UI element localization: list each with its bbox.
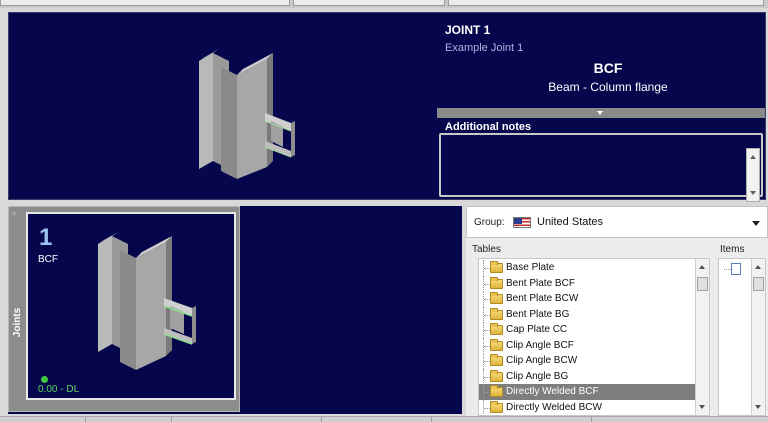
table-row[interactable]: Clip Angle BCF: [479, 337, 697, 354]
group-selector[interactable]: Group: United States: [466, 206, 768, 238]
tables-scrollbar[interactable]: [695, 259, 709, 415]
table-row-label: Directly Welded BCF: [506, 386, 599, 397]
scroll-thumb[interactable]: [697, 277, 708, 291]
scroll-up-icon[interactable]: [699, 265, 705, 269]
joint-subtitle: Example Joint 1: [445, 42, 524, 54]
table-row-label: Clip Angle BCF: [506, 339, 574, 351]
table-row-label: Clip Angle BCW: [506, 355, 578, 366]
scroll-thumb[interactable]: [753, 277, 764, 291]
chevron-down-icon: [597, 111, 603, 115]
folder-icon: [490, 307, 503, 320]
group-label: Group:: [474, 217, 505, 228]
folder-icon: [490, 385, 503, 397]
folder-icon: [490, 369, 503, 382]
folder-icon: [490, 338, 503, 351]
joint-code: BCF: [593, 60, 623, 76]
joint-description: Beam - Column flange: [548, 80, 668, 94]
table-row-label: Clip Angle BG: [506, 370, 569, 382]
scroll-up-icon[interactable]: [755, 265, 761, 269]
toolbar-segment[interactable]: [293, 0, 445, 6]
joint-title: JOINT 1: [445, 23, 491, 37]
table-row-label: Bent Plate BCW: [506, 293, 579, 304]
table-row[interactable]: Bent Plate BCW: [479, 291, 697, 307]
document-icon[interactable]: [724, 263, 741, 275]
notes-textarea[interactable]: [439, 133, 763, 197]
status-segment: [322, 417, 432, 422]
table-row-label: Base Plate: [506, 262, 555, 273]
table-row-label: Cap Plate CC: [506, 324, 568, 335]
scroll-down-icon[interactable]: [755, 405, 761, 409]
scroll-down-icon[interactable]: [699, 405, 705, 409]
notes-label: Additional notes: [445, 121, 532, 133]
table-row-label: Directly Welded BCW: [506, 401, 602, 413]
chevron-down-icon[interactable]: [752, 221, 760, 226]
folder-icon: [490, 323, 503, 335]
thumbnail-number: 1: [39, 224, 53, 251]
folder-icon: [490, 292, 503, 304]
collapse-icon[interactable]: ≈: [12, 209, 16, 218]
tables-label: Tables: [472, 244, 501, 255]
status-bar: [0, 416, 768, 422]
toolbar-segment[interactable]: [448, 0, 764, 6]
table-row[interactable]: Directly Welded BCW: [479, 399, 697, 415]
table-row[interactable]: Directly Welded BCF: [479, 384, 697, 400]
joints-tab-label[interactable]: Joints: [12, 308, 23, 337]
joint-thumbnail[interactable]: 1 BCF 0.00 - DL: [26, 212, 236, 400]
folder-icon: [490, 261, 503, 273]
toolbar-segment[interactable]: [0, 0, 290, 6]
items-tree[interactable]: [718, 258, 766, 416]
folder-icon: [490, 400, 503, 413]
folder-icon: [490, 354, 503, 366]
joints-area: ≈ Joints 1 BCF 0.00 - DL: [8, 206, 462, 414]
table-row[interactable]: Clip Angle BCW: [479, 353, 697, 369]
folder-icon: [490, 276, 503, 289]
notes-scrollbar[interactable]: [746, 148, 760, 202]
thumbnail-status: 0.00 - DL: [38, 384, 80, 395]
thumbnail-3d-model: [98, 232, 196, 370]
thumbnail-code: BCF: [38, 254, 58, 265]
top-toolbar-strip: [0, 0, 768, 8]
table-row[interactable]: Cap Plate CC: [479, 322, 697, 338]
items-label: Items: [720, 244, 745, 255]
status-segment: [86, 417, 172, 422]
table-row-label: Bent Plate BG: [506, 308, 570, 320]
status-segment: [432, 417, 592, 422]
table-row-label: Bent Plate BCF: [506, 277, 575, 289]
status-segment: [0, 417, 86, 422]
us-flag-icon: [513, 217, 531, 228]
scroll-down-icon[interactable]: [750, 191, 756, 195]
joint-3d-model[interactable]: [179, 39, 309, 199]
library-panel: Group: United States Tables Items Direct…: [466, 206, 768, 416]
tables-tree[interactable]: Directly Welded BCW Directly Welded BCF Cl…: [478, 258, 710, 416]
joints-panel: ≈ Joints 1 BCF 0.00 - DL: [8, 206, 240, 412]
splitter-bar[interactable]: [437, 108, 765, 118]
table-row[interactable]: Bent Plate BCF: [479, 275, 697, 292]
group-value: United States: [537, 216, 604, 228]
table-row[interactable]: Clip Angle BG: [479, 368, 697, 385]
status-segment: [172, 417, 322, 422]
table-row[interactable]: Bent Plate BG: [479, 306, 697, 323]
scroll-up-icon[interactable]: [750, 155, 756, 159]
joint-preview-panel: JOINT 1 Example Joint 1 BCF Beam - Colum…: [8, 12, 766, 202]
items-scrollbar[interactable]: [751, 259, 765, 415]
table-row[interactable]: Base Plate: [479, 260, 697, 276]
status-dot-icon: [41, 376, 48, 383]
